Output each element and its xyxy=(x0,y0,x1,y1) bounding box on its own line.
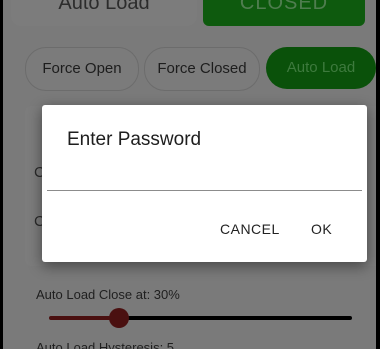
force-open-button[interactable]: Force Open xyxy=(25,47,139,91)
hysteresis-label: Auto Load Hysteresis: 5 xyxy=(36,340,175,349)
mode-indicator: Auto Load xyxy=(11,0,197,26)
slider-track[interactable] xyxy=(118,316,352,320)
dialog-title: Enter Password xyxy=(67,129,202,150)
auto-load-button[interactable]: Auto Load xyxy=(266,47,376,89)
cancel-button[interactable]: CANCEL xyxy=(214,217,286,241)
password-input[interactable] xyxy=(47,165,362,191)
slider-thumb[interactable] xyxy=(108,308,129,328)
password-dialog: Enter Password CANCEL OK xyxy=(42,105,367,262)
gate-state-indicator: CLOSED xyxy=(203,0,365,26)
force-closed-button[interactable]: Force Closed xyxy=(144,47,260,91)
app-screen: Auto Load CLOSED Force Open Force Closed… xyxy=(3,0,376,349)
ok-button[interactable]: OK xyxy=(305,217,338,241)
auto-load-close-label: Auto Load Close at: 30% xyxy=(36,287,180,302)
